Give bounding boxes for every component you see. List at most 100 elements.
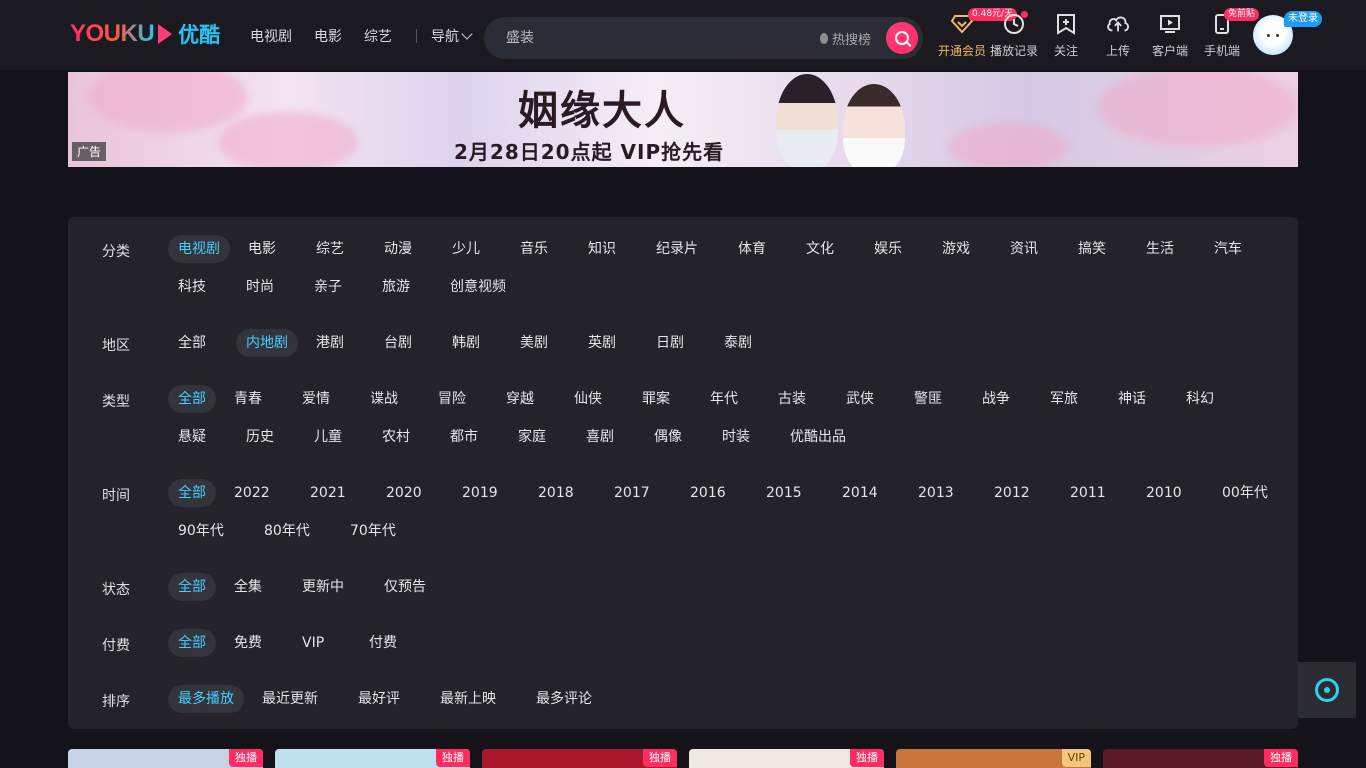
filter-option[interactable]: 付费 bbox=[359, 629, 407, 657]
filter-option[interactable]: 科技 bbox=[168, 273, 216, 301]
filter-option[interactable]: 武侠 bbox=[836, 385, 884, 413]
filter-option[interactable]: 日剧 bbox=[646, 329, 694, 357]
filter-option[interactable]: 冒险 bbox=[428, 385, 476, 413]
video-card[interactable]: VIP bbox=[896, 749, 1091, 768]
mobile-client-button[interactable]: 免前贴 手机端 bbox=[1196, 8, 1260, 59]
filter-option[interactable]: 全部 bbox=[168, 479, 216, 507]
desktop-client-button[interactable]: 客户端 bbox=[1144, 12, 1196, 59]
filter-option[interactable]: 时尚 bbox=[236, 273, 284, 301]
filter-option[interactable]: 90年代 bbox=[168, 517, 234, 545]
filter-option[interactable]: 最新上映 bbox=[430, 685, 506, 713]
filter-option[interactable]: 全部 bbox=[168, 385, 216, 413]
filter-option[interactable]: 最多评论 bbox=[526, 685, 602, 713]
filter-option[interactable]: 科幻 bbox=[1176, 385, 1224, 413]
filter-option[interactable]: 2019 bbox=[452, 479, 508, 507]
filter-option[interactable]: 创意视频 bbox=[440, 273, 516, 301]
filter-option[interactable]: 韩剧 bbox=[442, 329, 490, 357]
nav-item-variety[interactable]: 综艺 bbox=[364, 26, 392, 46]
follow-button[interactable]: 关注 bbox=[1040, 12, 1092, 59]
nav-item-tv[interactable]: 电视剧 bbox=[250, 26, 292, 46]
filter-option[interactable]: 泰剧 bbox=[714, 329, 762, 357]
vip-button[interactable]: 0.48元/天 开通会员 bbox=[936, 8, 1018, 59]
login-status-badge[interactable]: 未登录 bbox=[1284, 11, 1322, 27]
filter-option[interactable]: 罪案 bbox=[632, 385, 680, 413]
filter-option[interactable]: 内地剧 bbox=[236, 329, 298, 357]
filter-option[interactable]: 谍战 bbox=[360, 385, 408, 413]
filter-option[interactable]: 青春 bbox=[224, 385, 272, 413]
video-card[interactable]: 独播 bbox=[68, 749, 263, 768]
video-card[interactable]: 独播 bbox=[1103, 749, 1298, 768]
filter-option[interactable]: VIP bbox=[292, 629, 334, 657]
filter-option[interactable]: 儿童 bbox=[304, 423, 352, 451]
filter-option[interactable]: 最近更新 bbox=[252, 685, 328, 713]
filter-option[interactable]: 2011 bbox=[1060, 479, 1116, 507]
filter-option[interactable]: 最多播放 bbox=[168, 685, 244, 713]
filter-option[interactable]: 农村 bbox=[372, 423, 420, 451]
filter-option[interactable]: 年代 bbox=[700, 385, 748, 413]
filter-option[interactable]: 知识 bbox=[578, 235, 626, 263]
youku-logo[interactable]: YOUKU 优酷 bbox=[70, 20, 220, 48]
filter-option[interactable]: 2016 bbox=[680, 479, 736, 507]
filter-option[interactable]: 电影 bbox=[238, 235, 286, 263]
filter-option[interactable]: 台剧 bbox=[374, 329, 422, 357]
filter-option[interactable]: 2014 bbox=[832, 479, 888, 507]
filter-option[interactable]: 搞笑 bbox=[1068, 235, 1116, 263]
filter-option[interactable]: 全部 bbox=[168, 329, 216, 357]
filter-option[interactable]: 仅预告 bbox=[374, 573, 436, 601]
filter-option[interactable]: 全部 bbox=[168, 629, 216, 657]
filter-option[interactable]: 最好评 bbox=[348, 685, 410, 713]
filter-option[interactable]: 英剧 bbox=[578, 329, 626, 357]
filter-option[interactable]: 2021 bbox=[300, 479, 356, 507]
hot-search-link[interactable]: 热搜榜 bbox=[820, 29, 871, 48]
filter-option[interactable]: 2020 bbox=[376, 479, 432, 507]
nav-item-movie[interactable]: 电影 bbox=[314, 26, 342, 46]
filter-option[interactable]: 历史 bbox=[236, 423, 284, 451]
filter-option[interactable]: 免费 bbox=[224, 629, 272, 657]
ad-banner[interactable]: 姻缘大人 2月28日20点起 VIP抢先看 广告 bbox=[68, 72, 1298, 167]
filter-option[interactable]: 娱乐 bbox=[864, 235, 912, 263]
video-card[interactable]: 独播 bbox=[482, 749, 677, 768]
filter-option[interactable]: 爱情 bbox=[292, 385, 340, 413]
upload-button[interactable]: 上传 bbox=[1092, 12, 1144, 59]
filter-option[interactable]: 更新中 bbox=[292, 573, 354, 601]
filter-option[interactable]: 文化 bbox=[796, 235, 844, 263]
filter-option[interactable]: 80年代 bbox=[254, 517, 320, 545]
filter-option[interactable]: 2017 bbox=[604, 479, 660, 507]
filter-option[interactable]: 悬疑 bbox=[168, 423, 216, 451]
filter-option[interactable]: 战争 bbox=[972, 385, 1020, 413]
filter-option[interactable]: 2013 bbox=[908, 479, 964, 507]
filter-option[interactable]: 综艺 bbox=[306, 235, 354, 263]
filter-option[interactable]: 00年代 bbox=[1212, 479, 1278, 507]
filter-option[interactable]: 仙侠 bbox=[564, 385, 612, 413]
filter-option[interactable]: 70年代 bbox=[340, 517, 406, 545]
filter-option[interactable]: 偶像 bbox=[644, 423, 692, 451]
filter-option[interactable]: 游戏 bbox=[932, 235, 980, 263]
filter-option[interactable]: 神话 bbox=[1108, 385, 1156, 413]
history-button[interactable]: 播放记录 bbox=[988, 11, 1040, 59]
filter-option[interactable]: 古装 bbox=[768, 385, 816, 413]
filter-option[interactable]: 体育 bbox=[728, 235, 776, 263]
filter-option[interactable]: 少儿 bbox=[442, 235, 490, 263]
filter-option[interactable]: 家庭 bbox=[508, 423, 556, 451]
search-input[interactable] bbox=[504, 29, 808, 47]
filter-option[interactable]: 军旅 bbox=[1040, 385, 1088, 413]
filter-option[interactable]: 2010 bbox=[1136, 479, 1192, 507]
filter-option[interactable]: 2018 bbox=[528, 479, 584, 507]
filter-option[interactable]: 全集 bbox=[224, 573, 272, 601]
filter-option[interactable]: 生活 bbox=[1136, 235, 1184, 263]
float-feedback-button[interactable] bbox=[1298, 662, 1356, 718]
filter-option[interactable]: 音乐 bbox=[510, 235, 558, 263]
filter-option[interactable]: 优酷出品 bbox=[780, 423, 856, 451]
video-card[interactable]: 独播 bbox=[275, 749, 470, 768]
filter-option[interactable]: 纪录片 bbox=[646, 235, 708, 263]
filter-option[interactable]: 港剧 bbox=[306, 329, 354, 357]
search-button[interactable] bbox=[886, 22, 918, 54]
filter-option[interactable]: 时装 bbox=[712, 423, 760, 451]
filter-option[interactable]: 2012 bbox=[984, 479, 1040, 507]
filter-option[interactable]: 全部 bbox=[168, 573, 216, 601]
filter-option[interactable]: 电视剧 bbox=[168, 235, 230, 263]
filter-option[interactable]: 穿越 bbox=[496, 385, 544, 413]
filter-option[interactable]: 亲子 bbox=[304, 273, 352, 301]
filter-option[interactable]: 汽车 bbox=[1204, 235, 1252, 263]
filter-option[interactable]: 2015 bbox=[756, 479, 812, 507]
